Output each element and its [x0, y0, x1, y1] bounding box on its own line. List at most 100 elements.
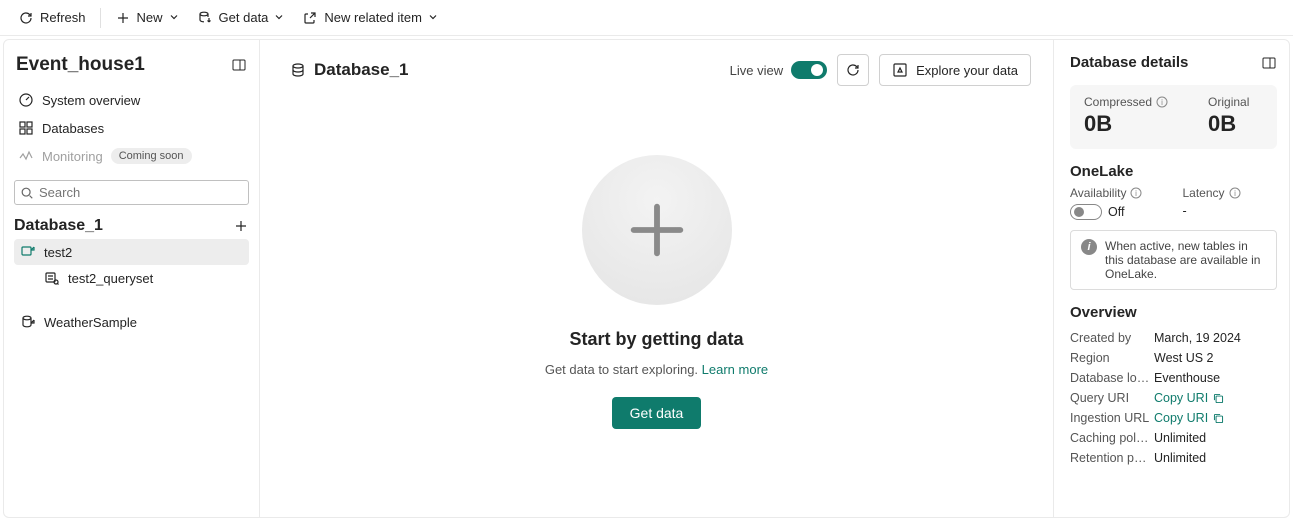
- region-value: West US 2: [1154, 351, 1277, 365]
- location-key: Database locati...: [1070, 371, 1150, 385]
- nav-overview-label: System overview: [42, 93, 140, 108]
- storage-stats: Compressed i 0B Original 0B: [1070, 85, 1277, 149]
- details-panel: Database details Compressed i 0B Origina…: [1053, 40, 1289, 517]
- database-title: Database_1: [14, 217, 103, 235]
- expand-panel-icon[interactable]: [1261, 55, 1277, 71]
- database-breadcrumb[interactable]: Database_1: [282, 57, 417, 83]
- explore-data-button[interactable]: Explore your data: [879, 54, 1031, 86]
- info-icon[interactable]: i: [1229, 187, 1241, 199]
- retention-value: Unlimited: [1154, 451, 1277, 465]
- shortcut-icon: [20, 244, 36, 260]
- queryset-icon: [44, 270, 60, 286]
- nav-monitoring: Monitoring Coming soon: [14, 142, 249, 170]
- eventhouse-title: Event_house1: [16, 54, 145, 76]
- grid-icon: [18, 120, 34, 136]
- chevron-down-icon: [274, 10, 284, 25]
- onelake-info-text: When active, new tables in this database…: [1105, 239, 1266, 281]
- toggle-off-icon: [1070, 204, 1102, 220]
- empty-state-graphic: [582, 155, 732, 305]
- original-label: Original: [1208, 95, 1249, 109]
- copy-icon: [1212, 392, 1225, 405]
- refresh-button[interactable]: Refresh: [10, 6, 94, 30]
- search-input[interactable]: [14, 180, 249, 205]
- collapse-panel-icon[interactable]: [231, 57, 247, 73]
- tree-label: test2_queryset: [68, 271, 153, 286]
- query-uri-copy[interactable]: Copy URI: [1154, 391, 1277, 405]
- svg-text:i: i: [1161, 98, 1163, 107]
- new-related-item-button[interactable]: New related item: [294, 6, 446, 30]
- chevron-down-icon: [428, 10, 438, 25]
- plus-icon: [115, 10, 131, 26]
- tree-label: test2: [44, 245, 72, 260]
- refresh-label: Refresh: [40, 10, 86, 25]
- new-button[interactable]: New: [107, 6, 187, 30]
- database-download-icon: [197, 10, 213, 26]
- compressed-value: 0B: [1084, 111, 1168, 137]
- nav-monitoring-label: Monitoring: [42, 149, 103, 164]
- live-view-toggle[interactable]: Live view: [730, 61, 827, 79]
- compressed-label: Compressed: [1084, 95, 1152, 109]
- explore-label: Explore your data: [916, 63, 1018, 78]
- info-icon[interactable]: i: [1130, 187, 1142, 199]
- info-icon[interactable]: i: [1156, 96, 1168, 108]
- refresh-main-button[interactable]: [837, 54, 869, 86]
- main-content: Database_1 Live view Explore your data: [260, 40, 1053, 517]
- empty-state-subtitle: Get data to start exploring. Learn more: [545, 362, 768, 377]
- nav-databases-label: Databases: [42, 121, 104, 136]
- nav-databases[interactable]: Databases: [14, 114, 249, 142]
- get-data-label: Get data: [219, 10, 269, 25]
- ingestion-url-key: Ingestion URL: [1070, 411, 1150, 425]
- new-related-label: New related item: [324, 10, 422, 25]
- availability-toggle[interactable]: Off: [1070, 204, 1142, 220]
- empty-state-title: Start by getting data: [569, 329, 743, 350]
- add-icon[interactable]: [233, 218, 249, 234]
- onelake-title: OneLake: [1070, 163, 1277, 180]
- refresh-icon: [845, 62, 861, 78]
- separator: [100, 8, 101, 28]
- chevron-down-icon: [169, 10, 179, 25]
- command-bar: Refresh New Get data New related item: [0, 0, 1293, 36]
- region-key: Region: [1070, 351, 1150, 365]
- monitoring-icon: [18, 148, 34, 164]
- svg-text:i: i: [1136, 189, 1138, 198]
- tree-item-weather[interactable]: WeatherSample: [14, 309, 249, 335]
- gauge-icon: [18, 92, 34, 108]
- compass-icon: [892, 62, 908, 78]
- latency-label: Latency: [1182, 186, 1224, 200]
- created-by-value: March, 19 2024: [1154, 331, 1277, 345]
- database-shortcut-icon: [20, 314, 36, 330]
- details-title: Database details: [1070, 54, 1188, 71]
- location-value: Eventhouse: [1154, 371, 1277, 385]
- onelake-info-box: i When active, new tables in this databa…: [1070, 230, 1277, 290]
- latency-value: -: [1182, 204, 1186, 218]
- caching-key: Caching policy: [1070, 431, 1150, 445]
- svg-text:i: i: [1234, 189, 1236, 198]
- created-by-key: Created by: [1070, 331, 1150, 345]
- database-name: Database_1: [314, 60, 409, 80]
- search-icon: [20, 186, 34, 200]
- ingestion-url-copy[interactable]: Copy URI: [1154, 411, 1277, 425]
- database-icon: [290, 62, 306, 78]
- copy-icon: [1212, 412, 1225, 425]
- overview-title: Overview: [1070, 304, 1277, 321]
- query-uri-key: Query URI: [1070, 391, 1150, 405]
- original-value: 0B: [1208, 111, 1249, 137]
- sidebar: Event_house1 System overview Databases: [4, 40, 260, 517]
- tree-item-test2[interactable]: test2: [14, 239, 249, 265]
- availability-value: Off: [1108, 205, 1124, 219]
- tree-label: WeatherSample: [44, 315, 137, 330]
- get-data-primary-button[interactable]: Get data: [612, 397, 702, 429]
- external-link-icon: [302, 10, 318, 26]
- info-icon: i: [1081, 239, 1097, 255]
- caching-value: Unlimited: [1154, 431, 1277, 445]
- live-view-label: Live view: [730, 63, 783, 78]
- retention-key: Retention policy: [1070, 451, 1150, 465]
- refresh-icon: [18, 10, 34, 26]
- availability-label: Availability: [1070, 186, 1126, 200]
- tree-item-test2-queryset[interactable]: test2_queryset: [38, 265, 249, 291]
- coming-soon-badge: Coming soon: [111, 148, 192, 164]
- new-label: New: [137, 10, 163, 25]
- get-data-button[interactable]: Get data: [189, 6, 293, 30]
- learn-more-link[interactable]: Learn more: [702, 362, 768, 377]
- nav-system-overview[interactable]: System overview: [14, 86, 249, 114]
